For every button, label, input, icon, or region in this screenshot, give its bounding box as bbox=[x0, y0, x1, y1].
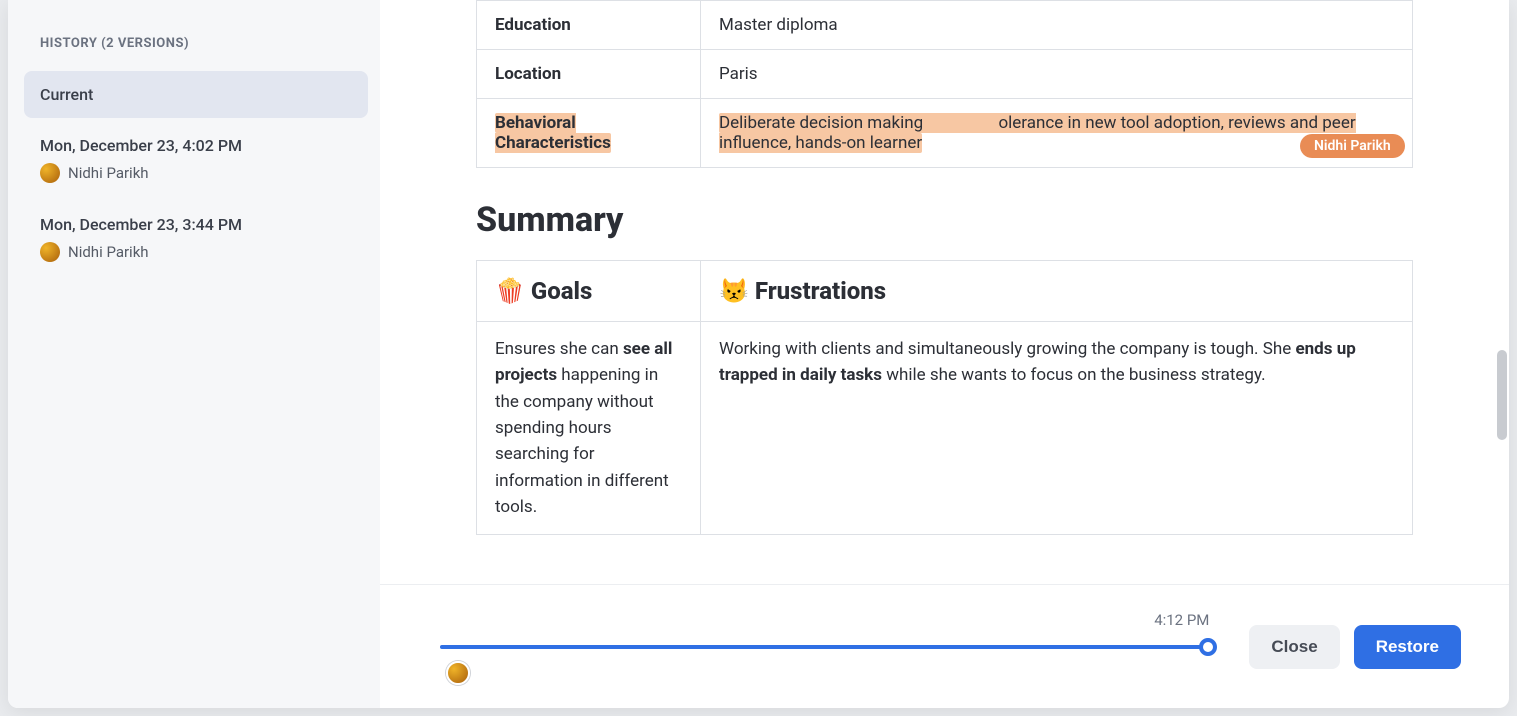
text-span: Deliberate decision making bbox=[719, 113, 923, 133]
avatar bbox=[40, 163, 60, 183]
history-item-current[interactable]: Current bbox=[24, 71, 368, 118]
timeline-avatar[interactable] bbox=[446, 661, 470, 685]
document-content[interactable]: Education Master diploma Location Paris … bbox=[380, 0, 1509, 584]
close-button[interactable]: Close bbox=[1249, 625, 1339, 669]
text-span: happening in the company without spendin… bbox=[495, 365, 669, 517]
restore-button[interactable]: Restore bbox=[1354, 625, 1461, 669]
user-name: Nidhi Parikh bbox=[68, 164, 149, 182]
field-label: Education bbox=[477, 1, 701, 50]
profile-table: Education Master diploma Location Paris … bbox=[476, 0, 1413, 168]
version-timeline[interactable]: 4:12 PM bbox=[440, 617, 1209, 677]
text-span: while she wants to focus on the business… bbox=[882, 365, 1266, 385]
history-item-user: Nidhi Parikh bbox=[40, 242, 352, 262]
field-value: Deliberate decision making, low risk tol… bbox=[701, 99, 1413, 168]
history-sidebar: HISTORY (2 VERSIONS) Current Mon, Decemb… bbox=[8, 0, 380, 708]
field-value: Master diploma bbox=[701, 1, 1413, 50]
table-row: Location Paris bbox=[477, 50, 1413, 99]
avatar bbox=[40, 242, 60, 262]
frustrations-text: Working with clients and simultaneously … bbox=[701, 322, 1413, 535]
timeline-time-label: 4:12 PM bbox=[1154, 611, 1209, 629]
text-span: Working with clients and simultaneously … bbox=[719, 339, 1295, 359]
table-row: Behavioral Characteristics Deliberate de… bbox=[477, 99, 1413, 168]
table-row: Education Master diploma bbox=[477, 1, 1413, 50]
footer-bar: 4:12 PM Close Restore bbox=[380, 584, 1509, 708]
history-item[interactable]: Mon, December 23, 4:02 PM Nidhi Parikh bbox=[24, 122, 368, 197]
timeline-track[interactable] bbox=[440, 645, 1209, 649]
field-value: Paris bbox=[701, 50, 1413, 99]
field-label: Location bbox=[477, 50, 701, 99]
field-label: Behavioral Characteristics bbox=[477, 99, 701, 168]
timeline-handle[interactable] bbox=[1199, 638, 1217, 656]
edit-annotation-badge[interactable]: Nidhi Parikh bbox=[1300, 134, 1405, 158]
history-item-label: Mon, December 23, 4:02 PM bbox=[40, 136, 352, 155]
goals-text: Ensures she can see all projects happeni… bbox=[477, 322, 701, 535]
goals-header: 🍿 Goals bbox=[477, 261, 701, 322]
summary-table: 🍿 Goals 😾 Frustrations Ensures she can s… bbox=[476, 260, 1413, 535]
table-header-row: 🍿 Goals 😾 Frustrations bbox=[477, 261, 1413, 322]
history-modal: HISTORY (2 VERSIONS) Current Mon, Decemb… bbox=[8, 0, 1509, 708]
highlighted-text: Behavioral Characteristics bbox=[495, 113, 611, 153]
section-heading-summary: Summary bbox=[476, 200, 1413, 240]
frustrations-header: 😾 Frustrations bbox=[701, 261, 1413, 322]
user-name: Nidhi Parikh bbox=[68, 243, 149, 261]
history-item-label: Mon, December 23, 3:44 PM bbox=[40, 215, 352, 234]
history-item[interactable]: Mon, December 23, 3:44 PM Nidhi Parikh bbox=[24, 201, 368, 276]
highlighted-text: Deliberate decision making, low risk tol… bbox=[719, 113, 1356, 153]
history-item-user: Nidhi Parikh bbox=[40, 163, 352, 183]
text-span: Ensures she can bbox=[495, 339, 623, 359]
history-item-label: Current bbox=[40, 85, 352, 104]
main-area: Education Master diploma Location Paris … bbox=[380, 0, 1509, 708]
table-row: Ensures she can see all projects happeni… bbox=[477, 322, 1413, 535]
sidebar-title: HISTORY (2 VERSIONS) bbox=[24, 24, 368, 71]
scrollbar-thumb[interactable] bbox=[1497, 350, 1507, 440]
